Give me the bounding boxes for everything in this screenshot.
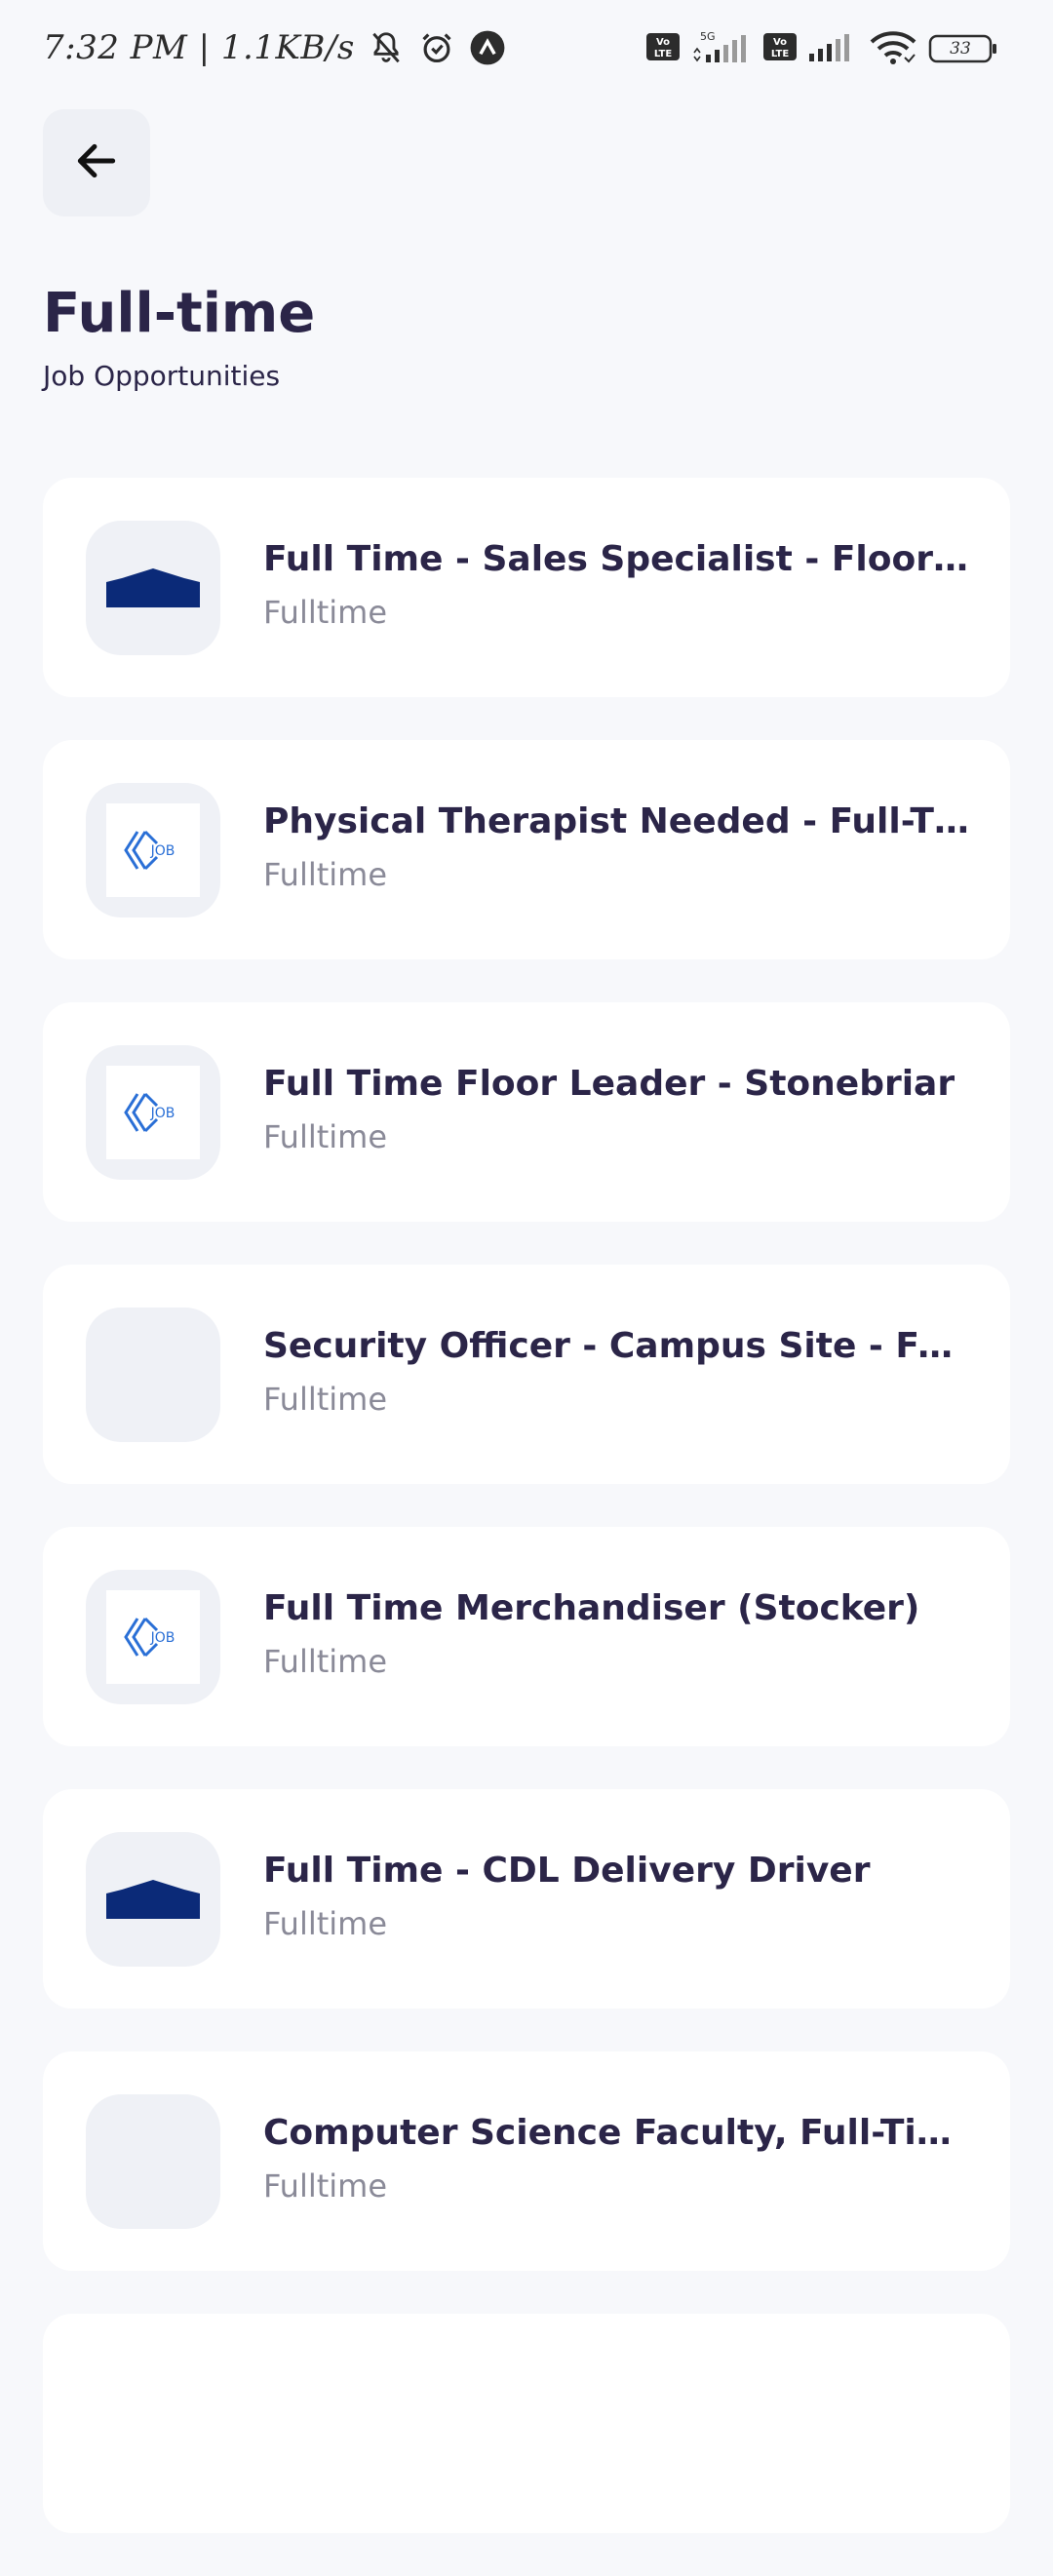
job-type: Fulltime — [263, 1118, 388, 1155]
empty-logo — [86, 2094, 220, 2229]
job-title: Physical Therapist Needed - Full-Ti... — [263, 801, 975, 841]
app-notification-icon — [468, 28, 507, 67]
house-roof-logo — [86, 521, 220, 655]
job-card[interactable]: Security Officer - Campus Site - Fu... F… — [43, 1265, 1010, 1484]
job-title: Full Time - CDL Delivery Driver — [263, 1851, 871, 1891]
page-title: Full-time — [43, 282, 316, 345]
signal-icon — [807, 30, 858, 67]
svg-text:JOB: JOB — [150, 1630, 176, 1646]
svg-text:Vo: Vo — [773, 37, 787, 48]
svg-text:JOB: JOB — [150, 843, 176, 859]
job-title: Full Time - Sales Specialist - Flooring — [263, 539, 975, 579]
status-left: 7:32 PM | 1.1KB/s — [43, 21, 507, 74]
svg-text:Vo: Vo — [656, 37, 670, 48]
job-type: Fulltime — [263, 2167, 388, 2205]
volte-icon: Vo LTE — [762, 32, 798, 65]
alarm-icon — [417, 28, 456, 67]
job-card[interactable]: Computer Science Faculty, Full-Tim... Fu… — [43, 2051, 1010, 2271]
svg-text:5G: 5G — [700, 30, 716, 43]
job-logo: JOB — [86, 1045, 220, 1180]
job-title: Full Time Merchandiser (Stocker) — [263, 1588, 920, 1628]
svg-text:JOB: JOB — [150, 1106, 176, 1121]
job-title: Security Officer - Campus Site - Fu... — [263, 1326, 975, 1366]
job-logo: JOB — [86, 1570, 220, 1704]
job-type: Fulltime — [263, 594, 388, 631]
empty-logo — [86, 1308, 220, 1442]
battery-level: 33 — [950, 39, 971, 59]
job-type: Fulltime — [263, 1905, 388, 1942]
status-bar: 7:32 PM | 1.1KB/s Vo LTE 5G Vo LTE 33 — [0, 0, 1053, 94]
svg-text:LTE: LTE — [654, 49, 673, 59]
job-list: Full Time - Sales Specialist - Flooring … — [43, 478, 1010, 2576]
status-time: 7:32 PM | 1.1KB/s — [43, 28, 355, 67]
svg-text:LTE: LTE — [771, 49, 790, 59]
job-card[interactable]: Full Time - CDL Delivery Driver Fulltime — [43, 1789, 1010, 2009]
signal-5g-icon: 5G — [690, 29, 753, 68]
job-card[interactable]: Full Time - Sales Specialist - Flooring … — [43, 478, 1010, 697]
job-logo: JOB — [86, 783, 220, 917]
arrow-left-icon — [72, 137, 121, 189]
job-type: Fulltime — [263, 1643, 388, 1680]
job-type: Fulltime — [263, 856, 388, 893]
job-type: Fulltime — [263, 1381, 388, 1418]
job-card[interactable]: JOB Full Time Floor Leader - Stonebriar … — [43, 1002, 1010, 1222]
job-card-partial[interactable] — [43, 2314, 1010, 2533]
wifi-icon — [868, 28, 918, 69]
job-title: Computer Science Faculty, Full-Tim... — [263, 2113, 975, 2153]
back-button[interactable] — [43, 109, 150, 216]
battery-icon: 33 — [928, 32, 998, 65]
house-roof-logo — [86, 1832, 220, 1967]
job-card[interactable]: JOB Physical Therapist Needed - Full-Ti.… — [43, 740, 1010, 959]
mute-bell-icon — [367, 28, 406, 67]
job-title: Full Time Floor Leader - Stonebriar — [263, 1064, 956, 1104]
status-right: Vo LTE 5G Vo LTE 33 — [645, 27, 998, 70]
page-subtitle: Job Opportunities — [43, 360, 281, 392]
volte-icon: Vo LTE — [645, 32, 681, 65]
job-card[interactable]: JOB Full Time Merchandiser (Stocker) Ful… — [43, 1527, 1010, 1746]
